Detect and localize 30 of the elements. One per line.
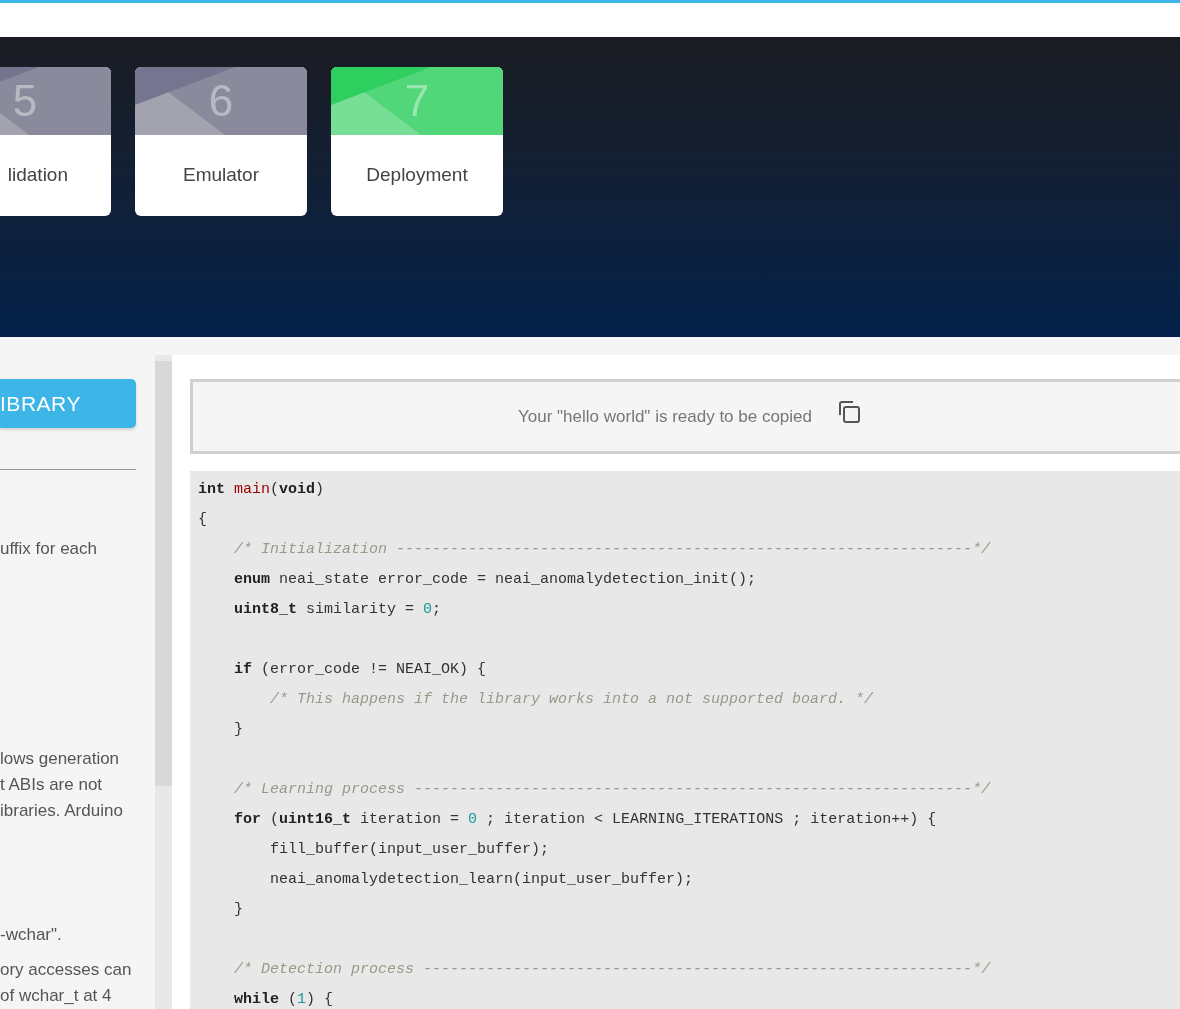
code-line: enum neai_state error_code = neai_anomalydetection_init(); xyxy=(233,570,758,590)
copy-message: Your "hello world" is ready to be copied xyxy=(518,405,812,428)
description-text: -wchar". xyxy=(0,924,63,946)
description-text: t ABIs are not xyxy=(0,774,104,796)
scrollbar-thumb[interactable] xyxy=(155,361,172,786)
code-line: { xyxy=(198,510,208,530)
step-number: 7 xyxy=(404,79,430,123)
description-text: lows generation xyxy=(0,748,121,770)
code-line: } xyxy=(233,720,244,740)
code-line: /* Detection process -------------------------------------------------------------*/ xyxy=(233,960,992,980)
description-text: uffix for each xyxy=(0,538,99,560)
copy-icon[interactable] xyxy=(836,398,862,425)
code-line: while (1) { xyxy=(233,990,335,1009)
code-line: uint8_t similarity = 0; xyxy=(233,600,443,620)
code-line: /* This happens if the library works into a not supported board. */ xyxy=(269,690,875,710)
step-label: Deployment xyxy=(366,163,468,188)
code-line: fill_buffer(input_user_buffer); xyxy=(269,840,551,860)
description-text: ibraries. Arduino xyxy=(0,800,124,822)
code-line: /* Initialization ----------------------------------------------------------------*/ xyxy=(233,540,992,560)
code-line: if (error_code != NEAI_OK) { xyxy=(233,660,488,680)
code-line: neai_anomalydetection_learn(input_user_buffer); xyxy=(269,870,695,890)
code-line: /* Learning process --------------------------------------------------------------*/ xyxy=(233,780,992,800)
description-text: ory accesses can xyxy=(0,959,133,981)
step-label: lidation xyxy=(7,163,68,188)
code-line: int main(void) xyxy=(198,480,326,500)
description-text: of wchar_t at 4 xyxy=(0,985,113,1007)
code-line: } xyxy=(233,900,244,920)
code-line: for (uint16_t iteration = 0 ; iteration < LEARNING_ITERATIONS ; iteration++) { xyxy=(233,810,938,830)
step-label: Emulator xyxy=(183,163,259,188)
step-card[interactable]: 7 Deployment xyxy=(331,67,503,216)
